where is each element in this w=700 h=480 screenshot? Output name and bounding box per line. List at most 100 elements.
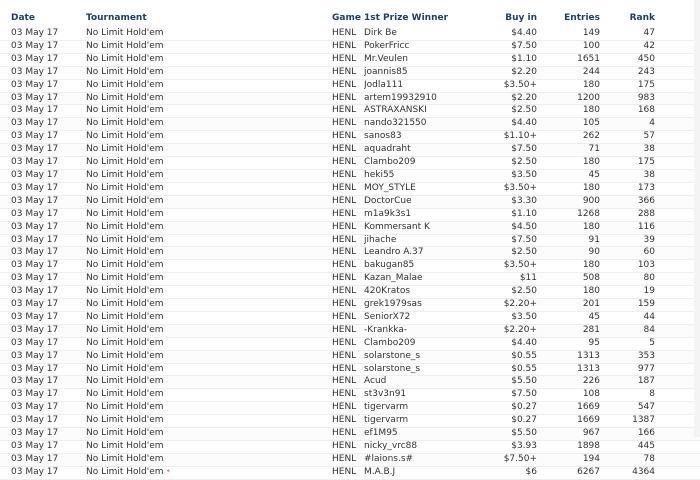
cell-date-text: 03 May 17: [11, 169, 59, 180]
vertical-scrollbar[interactable]: [694, 0, 700, 437]
table-row[interactable]: 03 May 17 No Limit Hold'em HENL joannis85 $2…: [0, 66, 700, 80]
table-row[interactable]: 03 May 17 No Limit Hold'em HENL ASTRAXANSKI…: [0, 105, 700, 118]
cell-date: 03 May 17: [0, 92, 86, 105]
cell-date: 03 May 17: [0, 466, 86, 479]
table-row[interactable]: 03 May 17 No Limit Hold'em HENL solarstone_…: [0, 350, 700, 364]
cell-rank: 983: [600, 92, 655, 105]
cell-winner-text: tigervarm: [364, 402, 409, 413]
cell-game-text: HENL: [332, 247, 357, 258]
cell-game-text: HENL: [332, 195, 357, 206]
cell-game-text: HENL: [332, 118, 357, 129]
table-row[interactable]: 03 May 17 No Limit Hold'em HENL SeniorX72 $3…: [0, 311, 700, 325]
table-row[interactable]: 03 May 17 No Limit Hold'em HENL heki55 $3.50…: [0, 169, 700, 183]
cell-date-text: 03 May 17: [11, 53, 59, 64]
table-row[interactable]: 03 May 17 No Limit Hold'em HENL 420Kratos $2…: [0, 286, 700, 299]
cell-buyin-text: $2.20+: [503, 324, 537, 335]
table-row[interactable]: 03 May 17 No Limit Hold'em HENL st3v3n91 $7.…: [0, 389, 700, 402]
cell-date-text: 03 May 17: [11, 221, 59, 232]
cell-buyin-text: $2.20+: [503, 299, 537, 310]
cell-buyin-text: $2.20: [511, 92, 537, 103]
cell-tournament-text: No Limit Hold'em: [86, 195, 164, 206]
table-row[interactable]: 03 May 17 No Limit Hold'em HENL aquadraht $7…: [0, 143, 700, 157]
cell-buyin: $1.10+: [484, 131, 537, 144]
column-header-tournament[interactable]: Tournament: [86, 8, 332, 28]
table-row[interactable]: 03 May 17 No Limit Hold'em HENL Clambo209 $2…: [0, 157, 700, 170]
cell-tournament: No Limit Hold'em: [86, 260, 332, 273]
cell-winner-text: aquadraht: [364, 144, 411, 155]
cell-rank: 39: [600, 234, 655, 247]
table-row[interactable]: 03 May 17 No Limit Hold'em HENL MOY_STYLE $3…: [0, 182, 700, 196]
cell-entries-text: 1651: [577, 53, 600, 64]
cell-tournament-text: No Limit Hold'em: [86, 299, 164, 310]
table-row[interactable]: 03 May 17 No Limit Hold'em HENL Kazan_Malae…: [0, 272, 700, 286]
cell-game: HENL: [332, 441, 364, 454]
cell-tournament: No Limit Hold'em: [86, 234, 332, 247]
column-header-game[interactable]: Game: [332, 8, 364, 28]
cell-entries: 1200: [537, 92, 600, 105]
cell-tournament-text: No Limit Hold'em: [86, 363, 164, 374]
column-header-buyin[interactable]: Buy in: [484, 8, 537, 28]
column-header-entries[interactable]: Entries: [537, 8, 600, 28]
cell-buyin-text: $3.30: [511, 195, 537, 206]
table-row[interactable]: 03 May 17 No Limit Hold'em HENL Leandro A.3…: [0, 246, 700, 260]
table-row[interactable]: 03 May 17 No Limit Hold'em HENL Clambo209 $4…: [0, 337, 700, 351]
table-row[interactable]: 03 May 17 No Limit Hold'em HENL solarstone_…: [0, 363, 700, 376]
table-row[interactable]: 03 May 17 No Limit Hold'em HENL Kommersant …: [0, 221, 700, 234]
cell-buyin-text: $7.50: [511, 389, 537, 400]
cell-entries-text: 900: [582, 195, 600, 206]
column-header-winner[interactable]: 1st Prize Winner: [364, 8, 484, 28]
table-row[interactable]: 03 May 17 No Limit Hold'em HENL Acud $5.50 22…: [0, 375, 700, 389]
cell-rank-text: 19: [643, 286, 655, 297]
cell-game: HENL: [332, 40, 364, 53]
cell-date-text: 03 May 17: [11, 247, 59, 258]
column-header-rank[interactable]: Rank: [600, 8, 655, 28]
cell-date: 03 May 17: [0, 247, 86, 260]
table-row[interactable]: 03 May 17 No Limit Hold'em HENL ef1M95 $5.50…: [0, 427, 700, 441]
cell-entries: 71: [537, 144, 600, 157]
table-row[interactable]: 03 May 17 No Limit Hold'em HENL tigervarm $0…: [0, 415, 700, 428]
cell-date-text: 03 May 17: [11, 337, 59, 348]
cell-entries: 1651: [537, 53, 600, 66]
cell-entries: 105: [537, 118, 600, 131]
table-row[interactable]: 03 May 17 No Limit Hold'em HENL nando321550…: [0, 117, 700, 131]
cell-entries: 281: [537, 324, 600, 337]
cell-entries-text: 90: [588, 247, 600, 258]
cell-buyin: $4.40: [484, 337, 537, 350]
cell-date-text: 03 May 17: [11, 402, 59, 413]
cell-date-text: 03 May 17: [11, 453, 59, 464]
cell-date: 03 May 17: [0, 260, 86, 273]
cell-entries-text: 6267: [577, 466, 600, 477]
table-row[interactable]: 03 May 17 No Limit Hold'em HENL grek1979sas…: [0, 298, 700, 312]
cell-entries: 90: [537, 247, 600, 260]
table-row[interactable]: 03 May 17 No Limit Hold'em HENL sanos83 $1.1…: [0, 131, 700, 144]
cell-entries: 1898: [537, 441, 600, 454]
cell-game: HENL: [332, 247, 364, 260]
table-row[interactable]: 03 May 17 No Limit Hold'em HENL artem199329…: [0, 92, 700, 105]
cell-game: HENL: [332, 79, 364, 92]
cell-winner-text: Jodla111: [364, 79, 404, 90]
table-row[interactable]: 03 May 17 No Limit Hold'em HENL Mr.Veulen $1…: [0, 53, 700, 67]
table-row[interactable]: 03 May 17 No Limit Hold'em HENL bakugan85 $3…: [0, 260, 700, 273]
cell-entries: 180: [537, 105, 600, 118]
table-row[interactable]: 03 May 17 No Limit Hold'em HENL Jodla111 $3.…: [0, 79, 700, 93]
table-row[interactable]: 03 May 17 No Limit Hold'em * HENL M.A.B.J $6 6…: [0, 466, 700, 480]
table-row[interactable]: 03 May 17 No Limit Hold'em HENL #laions.s# $…: [0, 453, 700, 467]
cell-rank: 4364: [600, 466, 655, 479]
table-row[interactable]: 03 May 17 No Limit Hold'em HENL -Krankka- $2…: [0, 324, 700, 338]
cell-entries-text: 180: [582, 105, 600, 116]
table-row[interactable]: 03 May 17 No Limit Hold'em HENL jihache $7.5…: [0, 234, 700, 247]
table-row[interactable]: 03 May 17 No Limit Hold'em HENL PokerFricc $…: [0, 40, 700, 54]
cell-game-text: HENL: [332, 92, 357, 103]
cell-game-text: HENL: [332, 273, 357, 284]
cell-date-text: 03 May 17: [11, 311, 59, 322]
table-row[interactable]: 03 May 17 No Limit Hold'em HENL nicky_vrc88…: [0, 441, 700, 454]
cell-entries: 967: [537, 428, 600, 441]
cell-buyin-text: $3.93: [511, 441, 537, 451]
column-header-date[interactable]: Date: [0, 8, 86, 28]
table-row[interactable]: 03 May 17 No Limit Hold'em HENL tigervarm $0…: [0, 401, 700, 415]
cell-game: HENL: [332, 363, 364, 376]
table-row[interactable]: 03 May 17 No Limit Hold'em HENL DoctorCue $3…: [0, 195, 700, 209]
cell-rank: 116: [600, 221, 655, 234]
table-row[interactable]: 03 May 17 No Limit Hold'em HENL Dirk Be $4.4…: [0, 28, 700, 41]
table-row[interactable]: 03 May 17 No Limit Hold'em HENL m1a9k3s1 $1.…: [0, 208, 700, 222]
